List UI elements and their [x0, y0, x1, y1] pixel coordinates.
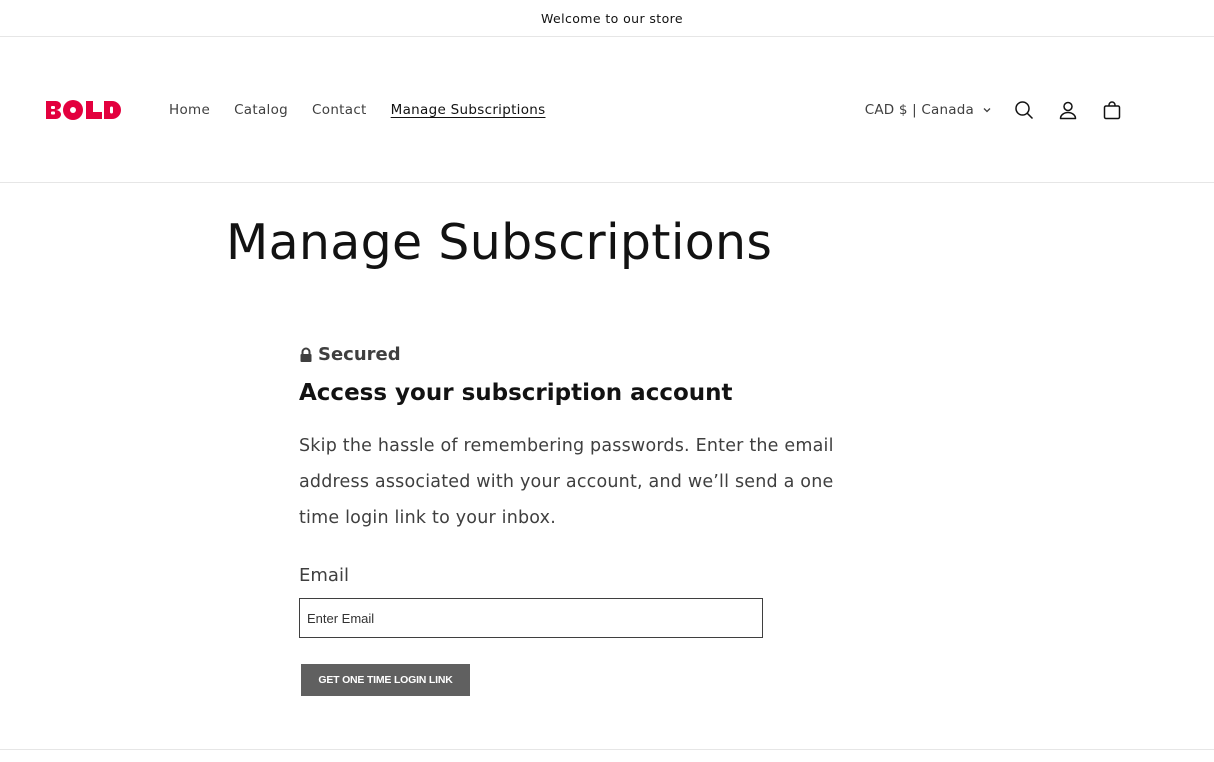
header-actions: CAD $ | Canada [865, 37, 1134, 183]
nav-manage-subscriptions[interactable]: Manage Subscriptions [379, 102, 558, 118]
access-description: Skip the hassle of remembering passwords… [299, 436, 834, 528]
nav-contact[interactable]: Contact [300, 102, 379, 118]
secured-indicator: Secured [299, 344, 889, 365]
get-login-link-button[interactable]: GET ONE TIME LOGIN LINK [301, 664, 470, 696]
access-title: Access your subscription account [299, 380, 733, 406]
announcement-text: Welcome to our store [541, 10, 683, 26]
footer-divider [0, 749, 1214, 750]
currency-selector[interactable]: CAD $ | Canada [865, 102, 992, 118]
bold-logo[interactable] [45, 99, 123, 121]
lock-icon [300, 347, 312, 362]
search-icon [1015, 101, 1034, 120]
secured-label: Secured [318, 344, 401, 365]
currency-label: CAD $ | Canada [864, 102, 974, 118]
nav-home[interactable]: Home [157, 102, 222, 118]
site-header: Home Catalog Contact Manage Subscription… [0, 37, 1214, 183]
announcement-bar: Welcome to our store [0, 0, 1214, 37]
email-label: Email [299, 565, 349, 586]
email-input[interactable] [299, 598, 763, 638]
main-nav: Home Catalog Contact Manage Subscription… [157, 37, 558, 183]
login-panel: Secured Access your subscription account… [299, 344, 889, 696]
cart-button[interactable] [1090, 88, 1134, 132]
account-button[interactable] [1046, 88, 1090, 132]
chevron-down-icon [983, 108, 991, 113]
search-button[interactable] [1002, 88, 1046, 132]
page-title: Manage Subscriptions [226, 214, 773, 271]
nav-catalog[interactable]: Catalog [222, 102, 300, 118]
cart-icon [1103, 101, 1121, 120]
account-icon [1059, 101, 1077, 120]
